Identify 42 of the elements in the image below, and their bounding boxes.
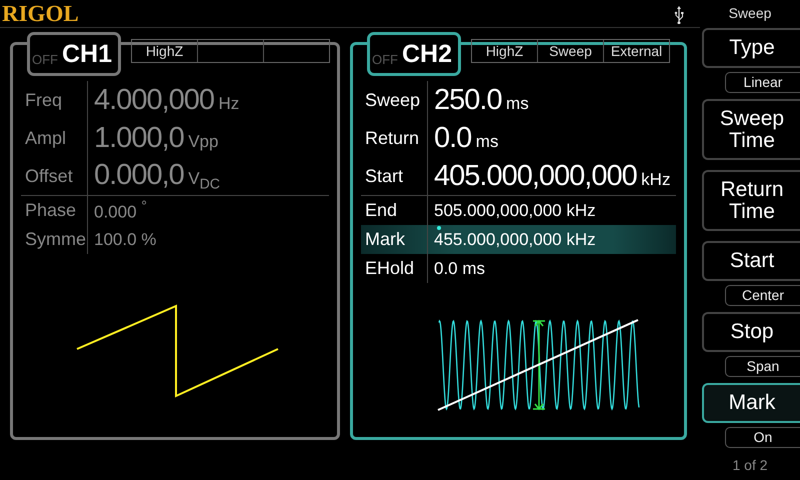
softkey-button[interactable]: Stop (702, 312, 800, 352)
parameter-value: 0.000,0 V$_{DC}$ (94, 159, 220, 193)
parameter-value: 0.000 $^{°}$ (94, 198, 147, 222)
option-value: Center (725, 285, 800, 306)
status-tag: Sweep (537, 40, 603, 62)
parameter-value: 0.0 ms (434, 122, 498, 154)
usb-icon (674, 6, 684, 24)
status-tag: HighZ (472, 40, 537, 62)
softkey-button[interactable]: Start (702, 241, 800, 281)
selected-row-highlight[interactable]: Mark 455.000,000,000 kHz (361, 225, 676, 254)
parameter-label: Start (361, 157, 428, 195)
option-value: On (725, 427, 800, 448)
status-tag: External (603, 40, 669, 62)
option-value: Linear (725, 72, 800, 93)
parameter-value: 455.000,000,000 kHz (434, 230, 596, 250)
softkey-button[interactable]: Sweep Time (702, 99, 800, 160)
parameter-label: Ampl (21, 119, 88, 157)
channel-tab[interactable]: OFF CH1 (27, 32, 121, 76)
parameter-value: 405.000,000,000 kHz (434, 160, 670, 192)
softkey-button[interactable]: Return Time (702, 170, 800, 231)
parameter-label: Freq (21, 81, 88, 119)
parameter-label: Mark (361, 225, 428, 254)
softkey-button[interactable]: Mark (702, 383, 800, 423)
parameter-label: Offset (21, 157, 88, 195)
menu-title: Sweep (728, 4, 772, 23)
option-value: Span (725, 356, 800, 377)
brand-logo: RIGOL (2, 0, 79, 26)
parameter-label: Return (361, 119, 428, 157)
channel-tab[interactable]: OFF CH2 (367, 32, 461, 76)
softkey-button[interactable]: Type (702, 28, 800, 68)
parameter-label: Sweep (361, 81, 428, 119)
parameter-value: 4.000,000 Hz (94, 84, 240, 116)
parameter-value: 0.0 ms (434, 258, 486, 278)
parameter-label: Symme (21, 225, 88, 254)
parameter-label: EHold (361, 254, 428, 283)
page-indicator: 1 of 2 (731, 457, 769, 473)
parameter-value: 250.0 ms (434, 84, 529, 116)
parameter-value: 505.000,000,000 kHz (434, 200, 596, 220)
cursor-dot-icon (437, 226, 441, 230)
parameter-value: 1.000,0 Vpp (94, 122, 218, 154)
parameter-label: Phase (21, 196, 88, 225)
parameter-value: 100.0 % (94, 230, 156, 250)
